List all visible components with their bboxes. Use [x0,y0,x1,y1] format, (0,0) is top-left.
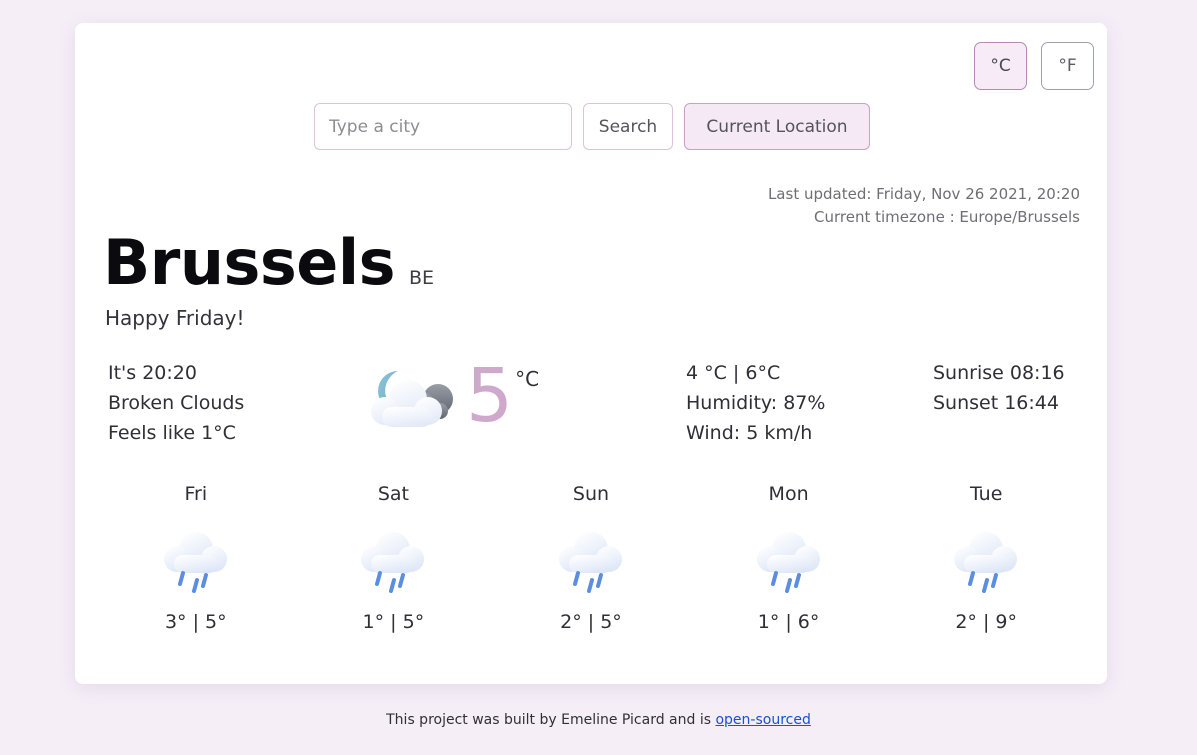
celsius-button[interactable]: °C [974,42,1027,90]
current-conditions-right: Sunrise 08:16 Sunset 16:44 [933,358,1065,418]
weather-app-page: °C °F Search Current Location Last updat… [0,0,1197,755]
fahrenheit-label: °F [1058,56,1077,76]
forecast-day-name: Tue [969,483,1003,505]
current-temperature-value: 5 [466,353,514,439]
rain-cloud-icon [552,523,630,593]
current-conditions: It's 20:20 Broken Clouds Feels like 1°C [75,353,1107,468]
forecast-day: Sun 2° | 5° [492,483,690,633]
forecast-day-temps: 1° | 6° [757,611,820,633]
current-location-label: Current Location [706,116,848,137]
celsius-label: °C [990,56,1011,76]
city-name: Brussels [103,226,395,299]
forecast-day-temps: 1° | 5° [362,611,425,633]
forecast-day: Fri 3° | 5° [97,483,295,633]
current-conditions-left: It's 20:20 Broken Clouds Feels like 1°C [108,358,244,448]
rain-cloud-icon [947,523,1025,593]
rain-cloud-icon [354,523,432,593]
feels-like-text: Feels like 1°C [108,422,236,444]
local-time-text: It's 20:20 [108,362,197,384]
current-conditions-middle: 4 °C | 6°C Humidity: 87% Wind: 5 km/h [686,358,825,448]
unit-toggle-group: °C °F [974,42,1094,90]
wind-text: Wind: 5 km/h [686,422,813,444]
forecast-day-temps: 2° | 5° [560,611,622,633]
forecast-day: Mon 1° | 6° [690,483,888,633]
min-max-temperature-text: 4 °C | 6°C [686,362,781,384]
forecast-day: Tue 2° | 9° [887,483,1085,633]
location-headline: Brussels BE [103,228,434,298]
fahrenheit-button[interactable]: °F [1041,42,1094,90]
forecast-day-name: Sun [572,483,610,505]
footer-text: This project was built by Emeline Picard… [386,712,716,728]
sunrise-text: Sunrise 08:16 [933,362,1065,384]
rain-cloud-icon [157,523,235,593]
forecast-day-name: Mon [768,483,809,505]
city-search-input[interactable] [314,103,572,150]
forecast-day-temps: 3° | 5° [164,611,227,633]
current-location-button[interactable]: Current Location [684,103,870,150]
greeting-text: Happy Friday! [105,306,245,330]
search-button[interactable]: Search [583,103,673,150]
meta-info: Last updated: Friday, Nov 26 2021, 20:20… [768,183,1080,229]
search-button-label: Search [598,116,658,137]
forecast-day-name: Fri [184,483,208,505]
last-updated-text: Last updated: Friday, Nov 26 2021, 20:20 [767,185,1080,203]
rain-cloud-icon [750,523,828,593]
forecast-day-name: Sat [377,483,409,505]
footer: This project was built by Emeline Picard… [0,712,1197,728]
sunset-text: Sunset 16:44 [933,392,1059,414]
humidity-text: Humidity: 87% [686,392,826,414]
forecast-day-temps: 2° | 9° [955,611,1017,633]
search-form: Search Current Location [314,103,870,150]
country-code: BE [408,267,435,289]
timezone-text: Current timezone : Europe/Brussels [814,208,1080,226]
weather-description-text: Broken Clouds [108,392,245,414]
night-broken-clouds-icon [360,353,470,449]
current-temperature-block: 5 °C [360,353,539,449]
forecast-row: Fri 3° | 5° Sat 1° | 5° Sun 2° | 5° Mon … [97,483,1085,633]
weather-card: °C °F Search Current Location Last updat… [75,23,1107,684]
forecast-day: Sat 1° | 5° [295,483,493,633]
current-temperature-unit: °C [515,367,540,391]
open-sourced-link[interactable]: open-sourced [715,712,810,728]
